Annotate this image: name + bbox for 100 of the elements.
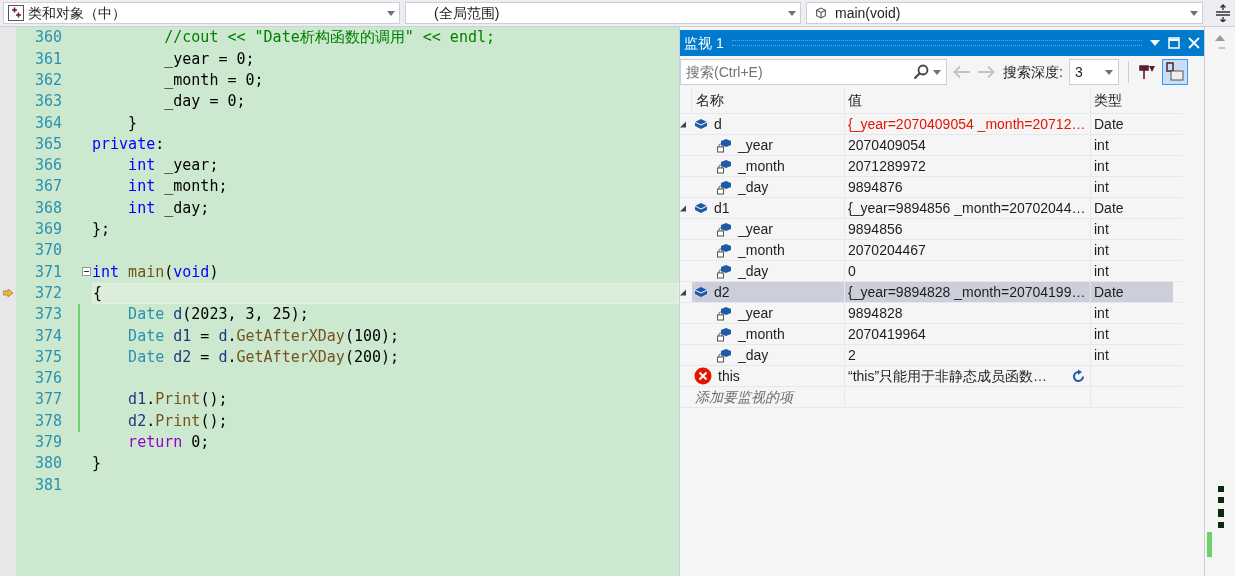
watch-value: 2070419964 [848,324,926,344]
watch-name: d2 [714,282,730,302]
code-line: Date d2 = d.GetAfterXDay(200); [127,346,400,368]
code-line: int _year; [127,155,219,177]
line-number: 379 [33,432,62,454]
watch-type: int [1094,240,1109,260]
column-header[interactable]: 类型 [1091,88,1173,113]
code-line: _day = 0; [163,91,246,113]
caret-icon [387,10,395,16]
code-line: int _month; [127,176,228,198]
locked-cube-icon [716,326,732,342]
expanded-arrow-icon[interactable] [680,204,686,212]
line-number: 371 [33,261,62,283]
locked-cube-icon [716,242,732,258]
line-number: 374 [33,325,62,347]
close-icon[interactable] [1188,37,1200,49]
hex-view-icon[interactable] [1161,59,1188,85]
watch-name: d1 [714,198,730,218]
caret-icon [788,10,796,16]
line-number: 366 [33,155,62,177]
watch-name: _day [738,261,769,281]
line-number: 364 [33,112,62,134]
watch-name: d [714,114,722,134]
column-header[interactable]: 名称 [692,88,845,113]
code-line: int _day; [127,197,210,219]
watch-value: “this”只能用于非静态成员函数… [848,366,1048,386]
line-number: 360 [33,27,62,49]
locked-cube-icon [716,137,732,153]
watch-value: {_year=2070409054 _month=20712… [848,114,1086,134]
code-line: _month = 0; [163,70,264,91]
code-line: int main(void) [92,261,219,283]
dropdown-icon[interactable] [1150,40,1160,46]
locked-cube-icon [716,305,732,321]
cube-icon [694,202,708,214]
code-line: //cout << "Date析构函数的调用" << endl; [163,27,495,49]
search-field[interactable]: 搜索(Ctrl+E) [680,59,947,85]
line-number: 381 [33,474,62,496]
watch-name: this [718,366,740,386]
watch-value: 2070204467 [848,240,926,260]
line-number: 369 [33,219,62,241]
line-number: 377 [33,389,62,411]
line-number: 365 [33,133,62,155]
search-depth-label: 搜索深度: [1003,62,1063,82]
code-line: d2.Print(); [127,410,228,432]
cube-icon [694,118,708,130]
watch-type: int [1094,219,1109,239]
watch-type: int [1094,303,1109,323]
watch-name: _month [738,240,785,260]
search-icon[interactable] [913,64,929,80]
code-line: Date d(2023, 3, 25); [127,304,309,326]
watch-name: _year [738,135,774,155]
watch-value: 2 [848,345,856,365]
caret-icon [933,69,941,75]
watch-type: int [1094,261,1109,281]
add-watch-placeholder[interactable]: 添加要监视的项 [695,386,793,408]
locked-cube-icon [716,179,732,195]
watch-name: _year [738,219,774,239]
pin-icon[interactable] [1137,63,1156,81]
scope-dropdown[interactable]: (全局范围) [405,2,801,24]
watch-type: Date [1094,114,1124,134]
watch-type: int [1094,135,1109,155]
watch-value: 0 [848,261,856,281]
watch-name: _day [738,345,769,365]
watch-type: int [1094,156,1109,176]
line-number: 370 [33,240,62,262]
expanded-arrow-icon[interactable] [680,120,686,128]
class-dropdown[interactable]: 类和对象（中） [3,2,400,24]
watch-value: {_year=9894828 _month=20704199… [848,282,1086,302]
refresh-icon[interactable] [1071,368,1086,384]
column-header[interactable]: 值 [845,88,1091,113]
locked-cube-icon [716,221,732,237]
maximize-icon[interactable] [1168,37,1180,49]
watch-type: int [1094,324,1109,344]
code-line: d1.Print(); [127,389,228,411]
split-icon[interactable] [1214,4,1232,22]
line-number: 372 [33,282,62,304]
code-line: } [92,453,102,475]
watch-value: {_year=9894856 _month=20702044… [848,198,1086,218]
search-depth-dropdown[interactable]: 3 [1068,59,1119,85]
line-number: 378 [33,410,62,432]
watch-name: _year [738,303,774,323]
scroll-up-icon[interactable] [1215,35,1225,41]
watch-name: _month [738,156,785,176]
error-icon [694,367,712,385]
watch-type: int [1094,177,1109,197]
collapse-icon[interactable] [81,267,91,277]
line-number: 362 [33,70,62,91]
code-line: Date d1 = d.GetAfterXDay(100); [127,325,400,347]
caret-icon [1104,69,1113,75]
line-number: 368 [33,197,62,219]
watch-value: 9894856 [848,219,903,239]
watch-value: 9894876 [848,177,903,197]
watch-type: Date [1094,282,1124,302]
locked-cube-icon [716,263,732,279]
code-line: }; [92,219,111,241]
function-dropdown[interactable]: main(void) [806,2,1203,24]
watch-name: _month [738,324,785,344]
expanded-arrow-icon[interactable] [680,288,686,296]
locked-cube-icon [716,158,732,174]
line-number: 373 [33,304,62,326]
